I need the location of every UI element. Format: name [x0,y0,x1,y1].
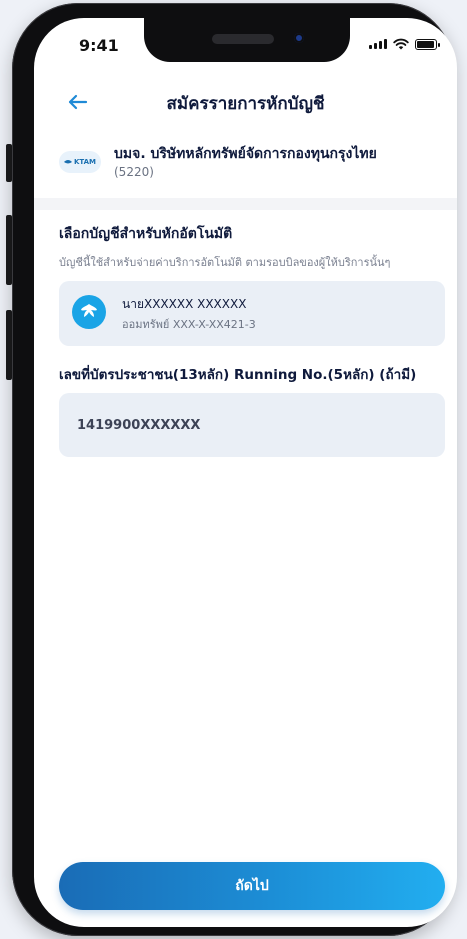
status-icons [369,38,440,50]
wifi-icon [393,38,409,50]
signal-icon [369,39,387,49]
account-section-title: เลือกบัญชีสำหรับหักอัตโนมัติ [59,226,233,242]
phone-frame: 9:41 สมัครรายการหักบัญชี KTAM บมจ. บริษั… [12,3,457,936]
header: สมัครรายการหักบัญชี [34,82,457,122]
camera [294,33,304,43]
bank-logo-icon [72,295,106,329]
account-name: นายXXXXXX XXXXXX [122,297,247,311]
ktam-logo-text: KTAM [73,158,97,166]
page-title: สมัครรายการหักบัญชี [166,94,325,114]
account-card[interactable]: นายXXXXXX XXXXXX ออมทรัพย์ XXX-X-XX421-3 [59,281,445,346]
notch [144,18,350,62]
company-info: KTAM บมจ. บริษัทหลักทรัพย์จัดการกองทุนกร… [59,143,439,203]
account-number: ออมทรัพย์ XXX-X-XX421-3 [122,318,256,331]
bird-icon [63,160,72,164]
account-section-description: บัญชีนี้ใช้สำหรับจ่ายค่าบริการอัตโนมัติ … [59,256,391,269]
status-time: 9:41 [79,36,119,55]
ktam-logo: KTAM [59,151,101,173]
id-number-input[interactable] [59,393,445,457]
company-name: บมจ. บริษัทหลักทรัพย์จัดการกองทุนกรุงไทย [114,146,377,162]
section-divider [34,198,457,210]
battery-icon [415,38,440,50]
app-screen: 9:41 สมัครรายการหักบัญชี KTAM บมจ. บริษั… [34,18,457,927]
id-number-label: เลขที่บัตรประชาชน(13หลัก) Running No.(5ห… [59,367,417,383]
speaker [212,34,274,44]
next-button[interactable]: ถัดไป [59,862,445,910]
company-code: (5220) [114,165,154,179]
